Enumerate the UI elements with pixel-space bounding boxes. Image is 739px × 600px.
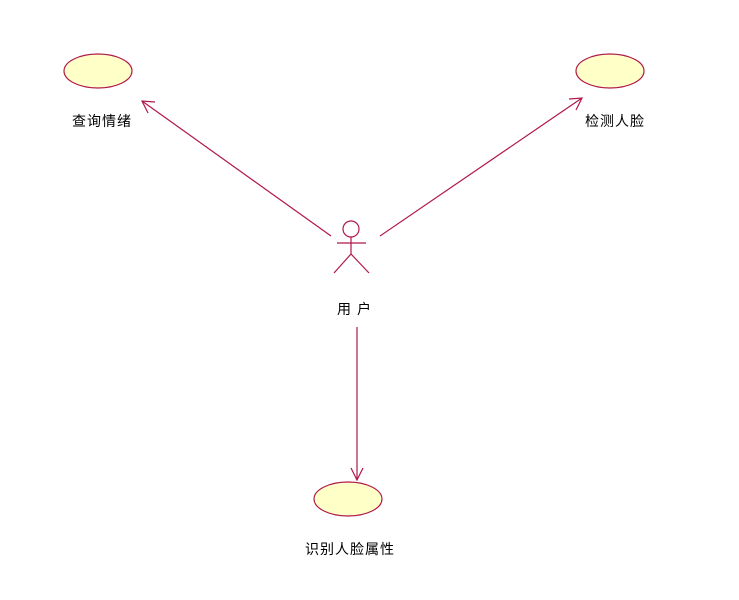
association-user-query-emotion [140, 100, 332, 237]
use-case-identify-face-attributes-shape[interactable] [313, 481, 383, 517]
use-case-detect-face-label: 检测人脸 [585, 114, 645, 130]
use-case-query-emotion-shape[interactable] [63, 53, 133, 89]
actor-user-icon[interactable] [333, 220, 370, 274]
use-case-query-emotion-label: 查询情绪 [72, 114, 132, 130]
association-user-identify-face-attributes [350, 327, 364, 482]
use-case-identify-face-attributes-label: 识别人脸属性 [305, 542, 395, 558]
use-case-detect-face-shape[interactable] [575, 53, 645, 89]
actor-user-label: 用户 [337, 302, 377, 318]
association-user-detect-face [379, 97, 584, 237]
